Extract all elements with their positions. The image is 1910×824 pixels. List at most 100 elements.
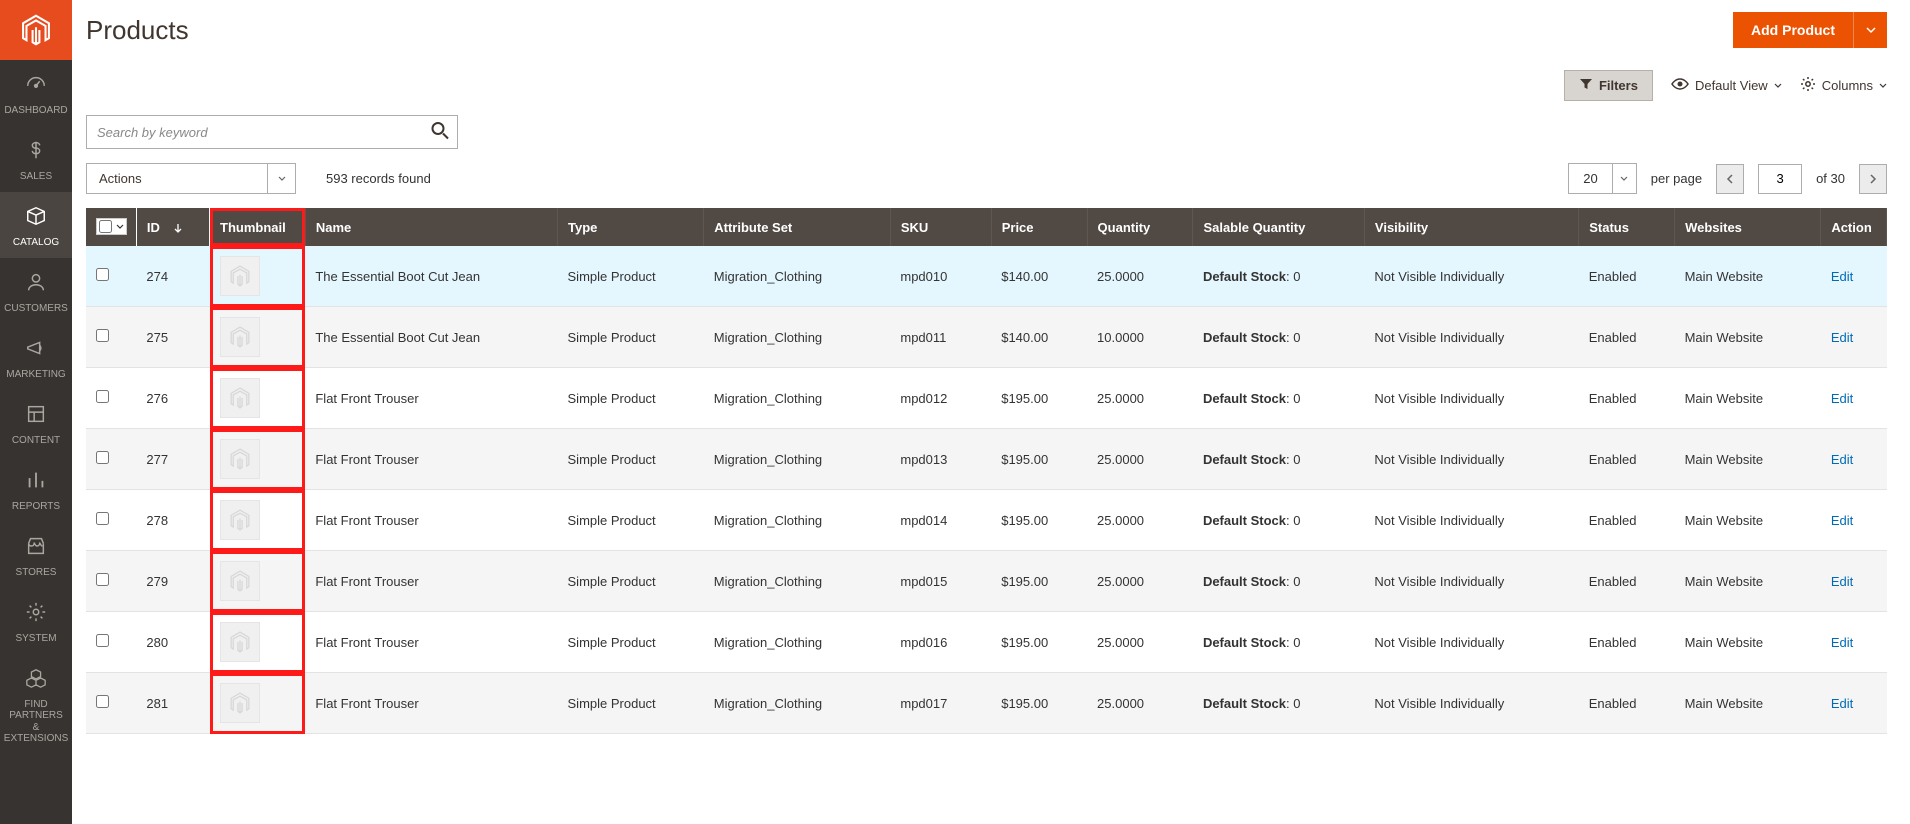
cell-name: Flat Front Trouser: [305, 368, 557, 429]
column-quantity[interactable]: Quantity: [1087, 208, 1193, 246]
column-attribute-set[interactable]: Attribute Set: [704, 208, 891, 246]
cell-visibility: Not Visible Individually: [1364, 307, 1578, 368]
column-thumbnail[interactable]: Thumbnail: [210, 208, 306, 246]
search-icon[interactable]: [430, 121, 450, 144]
sidebar-item-content[interactable]: CONTENT: [0, 390, 72, 456]
table-row[interactable]: 276 Flat Front Trouser Simple Product Mi…: [86, 368, 1887, 429]
sidebar-item-catalog[interactable]: CATALOG: [0, 192, 72, 258]
cell-price: $195.00: [991, 612, 1087, 673]
add-product-button[interactable]: Add Product: [1733, 12, 1853, 48]
page-input[interactable]: [1758, 164, 1802, 194]
edit-link[interactable]: Edit: [1831, 513, 1853, 528]
cell-sku: mpd013: [890, 429, 991, 490]
column-action[interactable]: Action: [1821, 208, 1887, 246]
edit-link[interactable]: Edit: [1831, 635, 1853, 650]
column-sku[interactable]: SKU: [890, 208, 991, 246]
cell-salable: Default Stock: 0: [1193, 673, 1364, 734]
cell-salable: Default Stock: 0: [1193, 429, 1364, 490]
edit-link[interactable]: Edit: [1831, 269, 1853, 284]
column-checkbox[interactable]: [86, 208, 136, 246]
row-checkbox[interactable]: [96, 512, 109, 525]
sidebar-item-stores[interactable]: STORES: [0, 522, 72, 588]
cell-websites: Main Website: [1675, 246, 1821, 307]
cell-quantity: 25.0000: [1087, 429, 1193, 490]
table-row[interactable]: 278 Flat Front Trouser Simple Product Mi…: [86, 490, 1887, 551]
column-websites[interactable]: Websites: [1675, 208, 1821, 246]
cell-type: Simple Product: [558, 673, 704, 734]
cell-sku: mpd010: [890, 246, 991, 307]
cell-type: Simple Product: [558, 307, 704, 368]
sidebar-item-find[interactable]: FIND PARTNERS& EXTENSIONS: [0, 654, 72, 755]
column-status[interactable]: Status: [1579, 208, 1675, 246]
cell-quantity: 10.0000: [1087, 307, 1193, 368]
columns-control[interactable]: Columns: [1800, 76, 1887, 95]
select-all-checkbox[interactable]: [99, 220, 112, 233]
edit-link[interactable]: Edit: [1831, 330, 1853, 345]
cell-type: Simple Product: [558, 612, 704, 673]
row-checkbox[interactable]: [96, 634, 109, 647]
cell-id: 274: [136, 246, 209, 307]
add-product-dropdown[interactable]: [1853, 12, 1887, 48]
cell-websites: Main Website: [1675, 368, 1821, 429]
search-input[interactable]: [86, 115, 458, 149]
column-type[interactable]: Type: [558, 208, 704, 246]
caret-down-icon: [1879, 78, 1887, 93]
column-salable[interactable]: Salable Quantity: [1193, 208, 1364, 246]
sidebar-item-dashboard[interactable]: DASHBOARD: [0, 60, 72, 126]
sidebar-item-customers[interactable]: CUSTOMERS: [0, 258, 72, 324]
cell-price: $195.00: [991, 490, 1087, 551]
edit-link[interactable]: Edit: [1831, 391, 1853, 406]
per-page-select[interactable]: 20: [1568, 163, 1636, 194]
table-row[interactable]: 277 Flat Front Trouser Simple Product Mi…: [86, 429, 1887, 490]
cell-quantity: 25.0000: [1087, 551, 1193, 612]
cell-name: The Essential Boot Cut Jean: [305, 246, 557, 307]
bulk-actions-dropdown[interactable]: Actions: [86, 163, 296, 194]
column-visibility[interactable]: Visibility: [1364, 208, 1578, 246]
cell-visibility: Not Visible Individually: [1364, 490, 1578, 551]
edit-link[interactable]: Edit: [1831, 696, 1853, 711]
cell-name: Flat Front Trouser: [305, 429, 557, 490]
sidebar-item-reports[interactable]: REPORTS: [0, 456, 72, 522]
column-price[interactable]: Price: [991, 208, 1087, 246]
cell-name: The Essential Boot Cut Jean: [305, 307, 557, 368]
page-title: Products: [86, 15, 189, 46]
row-checkbox[interactable]: [96, 573, 109, 586]
column-name[interactable]: Name: [305, 208, 557, 246]
cell-attribute-set: Migration_Clothing: [704, 673, 891, 734]
cell-sku: mpd015: [890, 551, 991, 612]
eye-icon: [1671, 77, 1689, 94]
cell-salable: Default Stock: 0: [1193, 307, 1364, 368]
records-found: 593 records found: [326, 171, 431, 186]
table-row[interactable]: 279 Flat Front Trouser Simple Product Mi…: [86, 551, 1887, 612]
edit-link[interactable]: Edit: [1831, 452, 1853, 467]
row-checkbox[interactable]: [96, 695, 109, 708]
table-row[interactable]: 274 The Essential Boot Cut Jean Simple P…: [86, 246, 1887, 307]
column-id[interactable]: ID: [136, 208, 209, 246]
row-checkbox[interactable]: [96, 329, 109, 342]
person-icon: [25, 271, 47, 297]
cell-attribute-set: Migration_Clothing: [704, 551, 891, 612]
gear-icon: [25, 601, 47, 627]
cell-quantity: 25.0000: [1087, 368, 1193, 429]
default-view-control[interactable]: Default View: [1671, 77, 1782, 94]
magento-logo[interactable]: [0, 0, 72, 60]
sidebar-item-marketing[interactable]: MARKETING: [0, 324, 72, 390]
sidebar-item-sales[interactable]: SALES: [0, 126, 72, 192]
row-checkbox[interactable]: [96, 390, 109, 403]
edit-link[interactable]: Edit: [1831, 574, 1853, 589]
table-row[interactable]: 275 The Essential Boot Cut Jean Simple P…: [86, 307, 1887, 368]
cell-websites: Main Website: [1675, 673, 1821, 734]
cell-attribute-set: Migration_Clothing: [704, 429, 891, 490]
table-row[interactable]: 280 Flat Front Trouser Simple Product Mi…: [86, 612, 1887, 673]
sidebar-item-system[interactable]: SYSTEM: [0, 588, 72, 654]
filters-button[interactable]: Filters: [1564, 70, 1653, 101]
dollar-icon: [25, 139, 47, 165]
cell-attribute-set: Migration_Clothing: [704, 307, 891, 368]
row-checkbox[interactable]: [96, 451, 109, 464]
next-page-button[interactable]: [1859, 164, 1887, 194]
caret-down-icon: [1774, 78, 1782, 93]
cell-status: Enabled: [1579, 429, 1675, 490]
row-checkbox[interactable]: [96, 268, 109, 281]
table-row[interactable]: 281 Flat Front Trouser Simple Product Mi…: [86, 673, 1887, 734]
prev-page-button[interactable]: [1716, 164, 1744, 194]
